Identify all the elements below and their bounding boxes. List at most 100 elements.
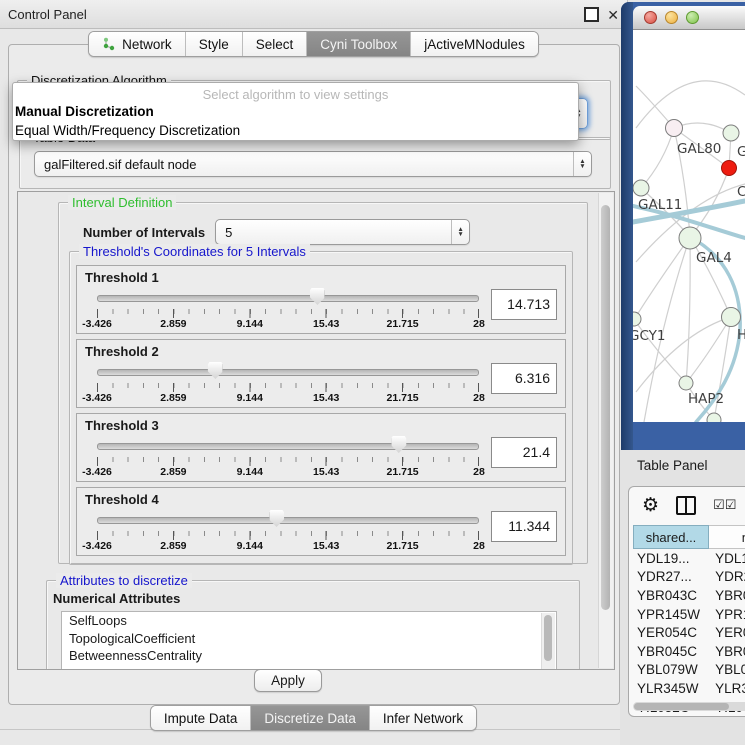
node-label: G	[737, 144, 745, 160]
node-label: GAL80	[677, 141, 721, 157]
slider-thumb[interactable]	[391, 436, 406, 453]
table-horizontal-scrollbar[interactable]	[633, 702, 745, 711]
tab-label: Discretize Data	[264, 711, 356, 726]
tab-impute-data[interactable]: Impute Data	[151, 706, 252, 730]
table-row[interactable]: YBR045CYBR0	[633, 642, 745, 661]
scrollbar-thumb[interactable]	[601, 205, 610, 610]
slider-track[interactable]	[97, 369, 479, 376]
slider-tick-labels: -3.426 2.859 9.144 15.43 21.715 28	[97, 392, 479, 404]
network-node-selected[interactable]	[722, 161, 737, 176]
algorithm-option-manual[interactable]: Manual Discretization	[13, 102, 578, 121]
numerical-attributes-label: Numerical Attributes	[53, 591, 579, 606]
threshold-label: Threshold 4	[85, 492, 557, 507]
slider-tick-labels: -3.426 2.859 9.144 15.43 21.715 28	[97, 318, 479, 330]
algorithm-option-equal-width[interactable]: Equal Width/Frequency Discretization	[13, 121, 578, 140]
zoom-traffic-light-icon[interactable]	[686, 11, 699, 24]
network-node-gcy1[interactable]	[633, 312, 641, 326]
threshold-panel: Threshold 2 -3.426 2.859 9.144	[76, 339, 566, 408]
threshold-value-field[interactable]: 21.4	[491, 437, 557, 468]
table-row[interactable]: YDL19...YDL1	[633, 549, 745, 568]
scrollbar-thumb[interactable]	[634, 703, 729, 710]
interval-definition-label: Interval Definition	[68, 195, 176, 210]
bottom-tab-bar: Impute Data Discretize Data Infer Networ…	[0, 705, 627, 731]
control-panel: Control Panel ✕ Network Style	[0, 0, 628, 745]
tab-cyni-toolbox[interactable]: Cyni Toolbox	[307, 32, 411, 56]
column-header-name[interactable]: na	[709, 525, 745, 549]
threshold-value-field[interactable]: 14.713	[491, 289, 557, 320]
slider-thumb[interactable]	[269, 510, 284, 527]
network-window-titlebar[interactable]	[633, 6, 745, 30]
table-row[interactable]: YBR043CYBR0	[633, 586, 745, 605]
column-header-shared-name[interactable]: shared...	[633, 525, 709, 549]
table-data-combobox[interactable]: galFiltered.sif default node ▲▼	[34, 151, 592, 177]
network-node-gal11[interactable]	[633, 180, 649, 196]
table-row[interactable]: YDR27...YDR2	[633, 568, 745, 587]
network-node[interactable]	[707, 413, 721, 422]
list-item[interactable]: TopologicalCoefficient	[62, 630, 556, 648]
slider-track[interactable]	[97, 443, 479, 450]
node-label: HAP2	[688, 391, 724, 407]
top-tab-bar: Network Style Select Cyni Toolbox jActiv…	[0, 31, 627, 57]
slider-thumb[interactable]	[208, 362, 223, 379]
slider-thumb[interactable]	[310, 288, 325, 305]
network-node-hap2[interactable]	[679, 376, 693, 390]
list-item[interactable]: SelfLoops	[62, 612, 556, 630]
list-scrollbar[interactable]	[541, 613, 555, 670]
table-data-value: galFiltered.sif default node	[35, 157, 573, 172]
combo-stepper-icon[interactable]: ▲▼	[573, 152, 591, 176]
tab-style[interactable]: Style	[186, 32, 243, 56]
attributes-group-label: Attributes to discretize	[56, 573, 192, 588]
network-node-gal4[interactable]	[679, 227, 701, 249]
network-node[interactable]	[722, 308, 741, 327]
table-panel-title: Table Panel	[637, 458, 708, 473]
table-row[interactable]: YLR345WYLR3	[633, 679, 745, 698]
network-node[interactable]	[723, 125, 739, 141]
tab-jactivemnodules[interactable]: jActiveMNodules	[411, 32, 538, 56]
attributes-group: Attributes to discretize Numerical Attri…	[46, 580, 580, 670]
tab-select[interactable]: Select	[243, 32, 308, 56]
network-icon	[102, 37, 116, 51]
table-row[interactable]: YPR145WYPR1	[633, 605, 745, 624]
algorithm-dropdown-popup: Select algorithm to view settings Manual…	[12, 82, 579, 141]
select-columns-checkboxes-icon[interactable]: ☑☑	[713, 498, 736, 513]
threshold-slider[interactable]: -3.426 2.859 9.144 15.43 21.715 28	[97, 508, 479, 552]
list-item[interactable]: BetweennessCentrality	[62, 647, 556, 665]
close-icon[interactable]: ✕	[607, 8, 619, 22]
float-window-icon[interactable]	[584, 7, 599, 22]
cyni-content-panel: Discretization Algorithm Table Data galF…	[8, 44, 620, 705]
settings-scrollbar[interactable]	[598, 193, 613, 668]
control-panel-titlebar: Control Panel ✕	[0, 0, 627, 29]
tab-label: Infer Network	[383, 711, 463, 726]
threshold-slider[interactable]: -3.426 2.859 9.144 15.43 21.715 28	[97, 286, 479, 330]
combo-stepper-icon[interactable]: ▲▼	[451, 220, 469, 244]
node-label: C	[737, 184, 745, 200]
number-of-intervals-combobox[interactable]: 5 ▲▼	[215, 219, 470, 245]
threshold-slider[interactable]: -3.426 2.859 9.144 15.43 21.715 28	[97, 360, 479, 404]
table-row[interactable]: YER054CYER0	[633, 623, 745, 642]
threshold-value-field[interactable]: 11.344	[491, 511, 557, 542]
window-frame-edge	[621, 2, 633, 450]
algorithm-popup-hint: Select algorithm to view settings	[13, 83, 578, 102]
threshold-slider[interactable]: -3.426 2.859 9.144 15.43 21.715 28	[97, 434, 479, 478]
network-canvas[interactable]: GAL80 G C GAL11 GAL4 GCY1 H HAP2	[633, 29, 745, 422]
thresholds-group: Threshold's Coordinates for 5 Intervals …	[69, 251, 573, 565]
slider-track[interactable]	[97, 517, 479, 524]
tab-label: Select	[256, 37, 294, 52]
minimize-traffic-light-icon[interactable]	[665, 11, 678, 24]
columns-icon[interactable]	[676, 496, 696, 515]
slider-track[interactable]	[97, 295, 479, 302]
slider-tick-labels: -3.426 2.859 9.144 15.43 21.715 28	[97, 466, 479, 478]
table-row[interactable]: YBL079WYBL0	[633, 661, 745, 680]
tab-discretize-data[interactable]: Discretize Data	[251, 706, 370, 730]
table-header: shared... na	[633, 525, 745, 549]
tab-network[interactable]: Network	[89, 32, 186, 56]
apply-button[interactable]: Apply	[254, 669, 322, 692]
tab-infer-network[interactable]: Infer Network	[370, 706, 476, 730]
scrollbar-thumb[interactable]	[544, 615, 552, 661]
network-node-gal80[interactable]	[666, 120, 683, 137]
threshold-value-field[interactable]: 6.316	[491, 363, 557, 394]
tab-label: Cyni Toolbox	[320, 37, 397, 52]
close-traffic-light-icon[interactable]	[644, 11, 657, 24]
thresholds-group-label: Threshold's Coordinates for 5 Intervals	[79, 244, 310, 259]
gear-icon[interactable]: ⚙	[642, 496, 659, 515]
